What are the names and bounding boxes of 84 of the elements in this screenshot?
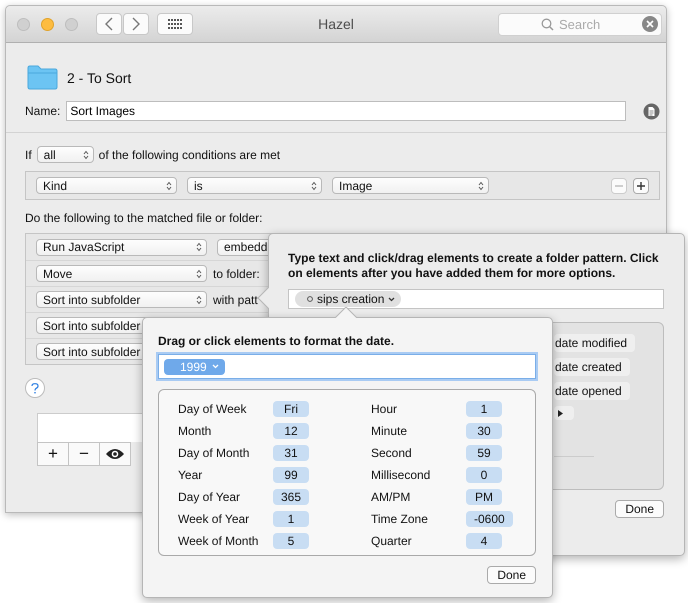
grid-icon xyxy=(168,18,182,30)
clear-icon[interactable] xyxy=(642,16,658,32)
date-element-label: Day of Month xyxy=(178,446,250,460)
action-popup[interactable]: Move xyxy=(36,265,207,282)
question-mark-icon xyxy=(31,382,39,394)
conditions-label: of the following conditions are met xyxy=(98,148,280,162)
condition-popup[interactable]: Image xyxy=(332,177,489,194)
date-element[interactable]: 99 xyxy=(273,466,309,482)
date-element-label: Quarter xyxy=(371,534,413,548)
preview-button[interactable] xyxy=(99,442,131,466)
updown-icon xyxy=(478,180,484,190)
back-button[interactable] xyxy=(96,13,122,35)
name-label: Name: xyxy=(25,104,60,118)
date-element-label: Time Zone xyxy=(371,512,429,526)
match-popup[interactable]: all xyxy=(36,146,94,163)
date-element-label: Week of Month xyxy=(178,534,260,548)
eye-icon xyxy=(105,448,125,460)
date-element-label: Day of Week xyxy=(178,402,248,416)
updown-icon xyxy=(196,242,202,252)
condition-popup[interactable]: Kind xyxy=(36,177,177,194)
pattern-element[interactable]: date opened xyxy=(554,382,630,400)
list-toolbar-button[interactable]: + xyxy=(37,442,69,466)
list-toolbar-button[interactable]: − xyxy=(68,442,100,466)
more-element[interactable] xyxy=(554,406,574,420)
pattern-element[interactable]: date created xyxy=(554,358,630,376)
minus-icon xyxy=(615,184,623,186)
chevron-right-icon xyxy=(132,17,140,31)
chevron-left-icon xyxy=(105,17,113,31)
date-element-label: Day of Year xyxy=(178,490,242,504)
help-button[interactable] xyxy=(25,378,45,398)
search-icon xyxy=(541,18,554,30)
chevron-down-icon xyxy=(212,364,219,369)
name-field[interactable]: Sort Images xyxy=(66,101,626,121)
date-element[interactable]: -0600 xyxy=(466,510,513,526)
updown-icon xyxy=(311,180,317,190)
updown-icon xyxy=(196,294,202,304)
pattern-instructions: Type text and click/drag elements to create a folder pattern. Click on elements after you have added them for more options. xyxy=(288,251,660,281)
if-label: If xyxy=(25,148,32,162)
date-element[interactable]: 1 xyxy=(466,400,502,416)
condition-popup[interactable]: is xyxy=(187,177,322,194)
done-button[interactable]: Done xyxy=(487,566,536,584)
date-element[interactable]: 4 xyxy=(466,532,502,548)
date-element-label: Year xyxy=(178,468,204,482)
date-element[interactable]: 30 xyxy=(466,422,502,438)
pattern-field[interactable]: sips creation xyxy=(288,289,664,309)
add-button[interactable] xyxy=(633,178,649,194)
date-element-label: AM/PM xyxy=(371,490,412,504)
date-element[interactable]: 5 xyxy=(273,532,309,548)
action-popup[interactable]: Run JavaScript xyxy=(36,238,207,256)
date-element[interactable]: Fri xyxy=(273,400,309,416)
date-element-label: Hour xyxy=(371,402,398,416)
pattern-element[interactable]: date modified xyxy=(554,334,636,352)
date-element-label: Month xyxy=(178,424,212,438)
action-label: to folder: xyxy=(213,266,260,280)
date-element[interactable]: 1 xyxy=(273,510,309,526)
updown-icon xyxy=(196,268,202,278)
date-element[interactable]: 59 xyxy=(466,444,502,460)
window-title: Hazel xyxy=(317,16,355,32)
chevron-down-icon xyxy=(388,296,396,302)
document-icon[interactable] xyxy=(643,102,660,120)
updown-icon xyxy=(82,150,89,160)
date-element[interactable]: 12 xyxy=(273,422,309,438)
date-element-label: Week of Year xyxy=(178,512,250,526)
date-element[interactable]: 365 xyxy=(273,488,310,504)
date-element[interactable]: 31 xyxy=(273,444,309,460)
search-field[interactable]: Search xyxy=(498,12,662,36)
play-icon xyxy=(558,410,563,416)
forward-button[interactable] xyxy=(123,13,149,35)
circle-icon xyxy=(307,296,313,302)
date-element[interactable]: 0 xyxy=(466,466,502,482)
plus-icon xyxy=(637,182,645,190)
done-button[interactable]: Done xyxy=(615,500,664,518)
folder-icon xyxy=(27,65,58,90)
updown-icon xyxy=(166,180,172,190)
action-label: with patt xyxy=(213,292,258,306)
pattern-token[interactable]: sips creation xyxy=(295,291,402,307)
date-element-label: Second xyxy=(371,446,413,460)
date-element[interactable]: PM xyxy=(466,488,502,504)
folder-name: 2 - To Sort xyxy=(67,70,132,86)
action-popup[interactable]: Sort into subfolder xyxy=(36,291,207,308)
actions-heading: Do the following to the matched file or folder: xyxy=(25,211,264,225)
date-element-label: Minute xyxy=(371,424,408,438)
grid-view-button[interactable] xyxy=(157,13,193,35)
date-element-label: Millisecond xyxy=(371,468,432,482)
